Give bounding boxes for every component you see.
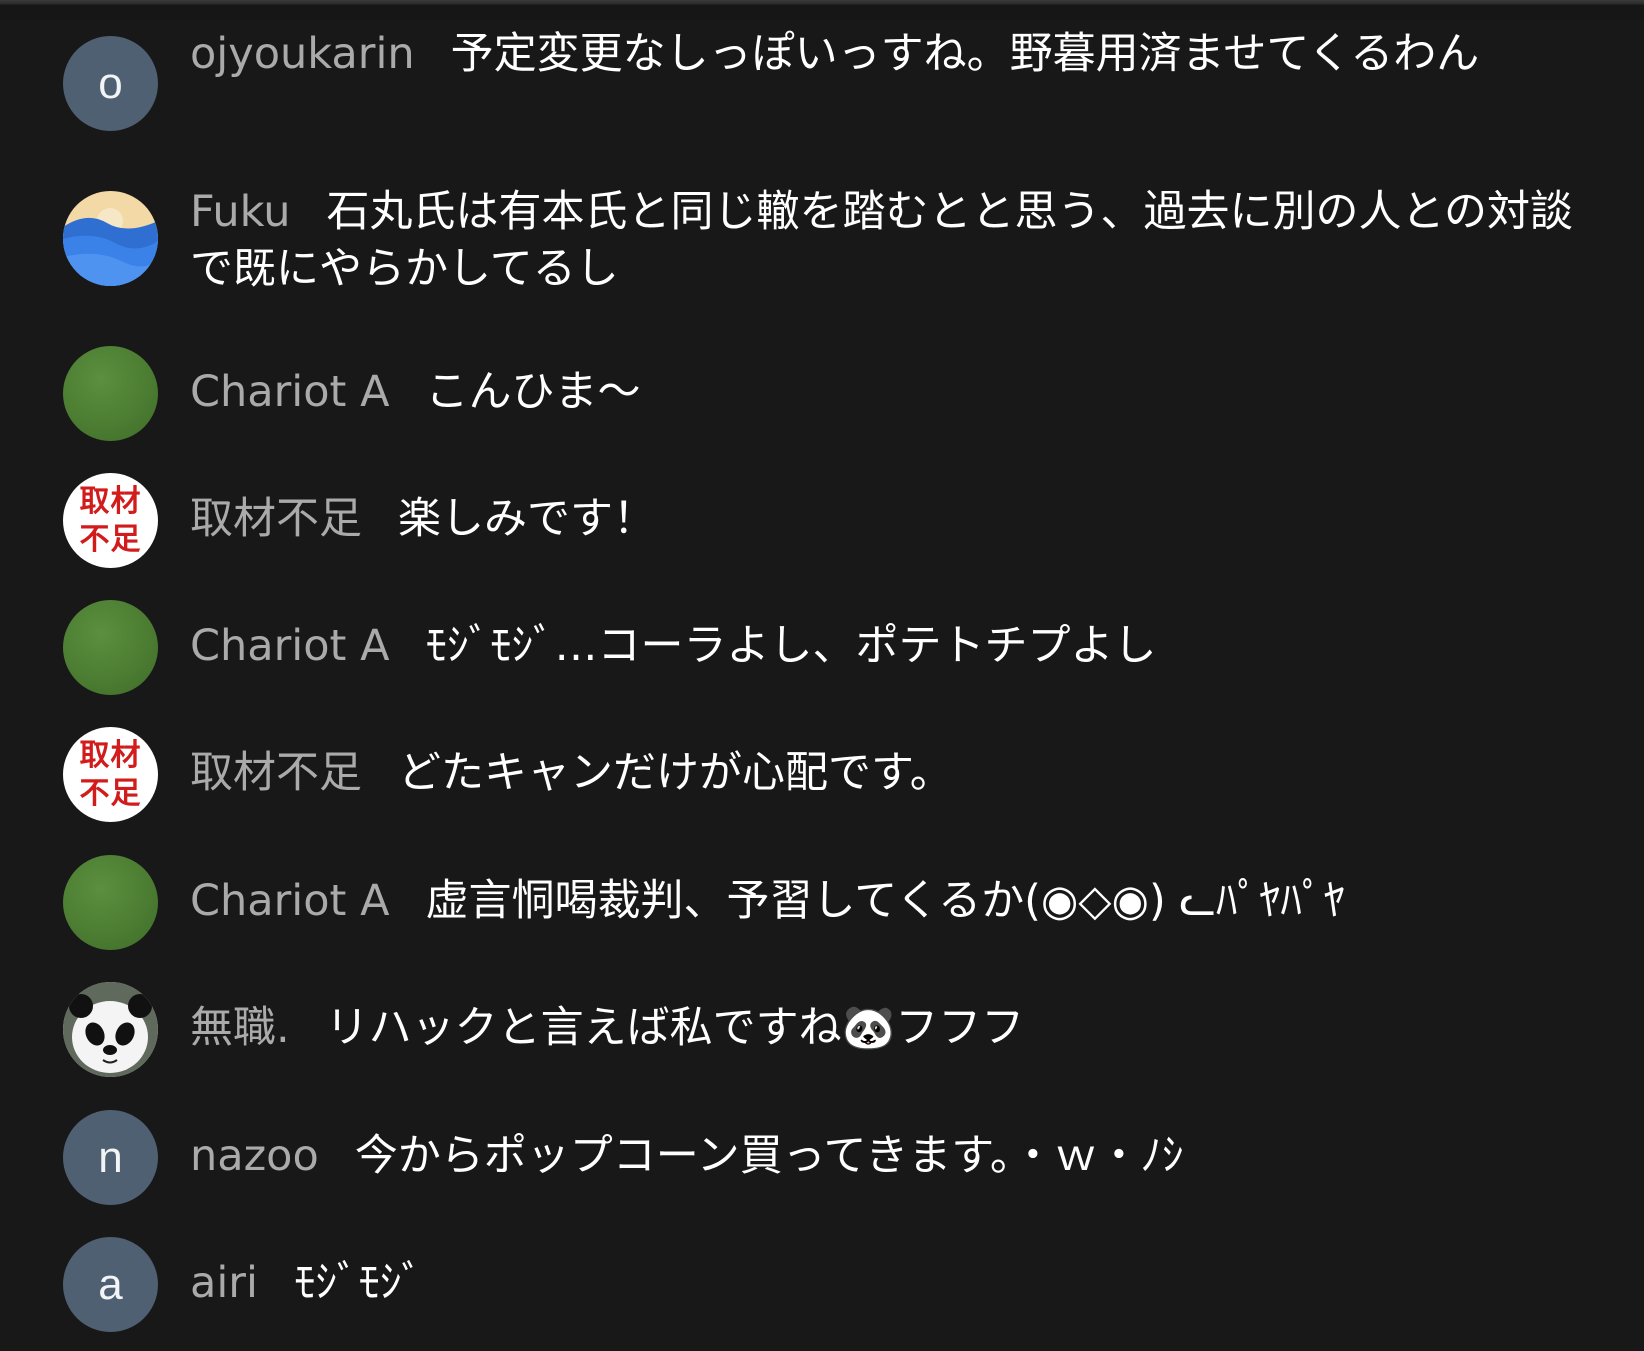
chat-author[interactable]: airi <box>190 1258 258 1308</box>
avatar-text-line-2: 不足 <box>79 775 142 811</box>
chat-author[interactable]: Chariot A <box>190 621 390 671</box>
avatar[interactable] <box>63 346 158 441</box>
avatar-letter: n <box>98 1132 123 1182</box>
avatar-text-line-2: 不足 <box>79 521 142 557</box>
chat-author[interactable]: Chariot A <box>190 367 390 417</box>
landscape-icon <box>63 191 158 286</box>
avatar[interactable] <box>63 982 158 1077</box>
avatar[interactable]: n <box>63 1110 158 1205</box>
avatar[interactable]: a <box>63 1237 158 1332</box>
avatar[interactable]: 取材 不足 <box>63 727 158 822</box>
chat-text: ﾓｼﾞﾓｼﾞ <box>293 1258 423 1308</box>
chat-author[interactable]: ojyoukarin <box>190 29 415 79</box>
avatar-letter: a <box>98 1259 123 1309</box>
chat-text: どたキャンだけが心配です。 <box>398 748 953 798</box>
avatar[interactable] <box>63 191 158 286</box>
chat-text: 予定変更なしっぽいっすね。野暮用済ませてくるわん <box>450 29 1480 79</box>
avatar[interactable]: 取材 不足 <box>63 473 158 568</box>
avatar[interactable] <box>63 600 158 695</box>
chat-text: こんひま〜 <box>425 367 641 417</box>
chat-author[interactable]: nazoo <box>190 1131 319 1181</box>
top-edge-divider <box>0 0 1644 20</box>
chat-text: リハックと言えば私ですね🐼フフフ <box>325 1003 1025 1053</box>
avatar-text-line-1: 取材 <box>79 483 142 519</box>
chat-author[interactable]: 無職. <box>190 1003 290 1053</box>
chat-text: 虚言恫喝裁判、予習してくるか(◉◇◉) ᓚﾊﾟﾔﾊﾟﾔ <box>425 876 1346 926</box>
chat-text: 石丸氏は有本氏と同じ轍を踏むとと思う、過去に別の人との対談で既にやらかしてるし <box>190 187 1574 294</box>
chat-text: 今からポップコーン買ってきます。・ｗ・ﾉｼ <box>354 1131 1184 1181</box>
chat-text: 楽しみです！ <box>398 494 656 544</box>
chat-author[interactable]: 取材不足 <box>190 748 362 798</box>
avatar[interactable] <box>63 855 158 950</box>
avatar-text-line-1: 取材 <box>79 737 142 773</box>
avatar[interactable]: o <box>63 36 158 131</box>
chat-author[interactable]: Chariot A <box>190 876 390 926</box>
panda-icon <box>63 982 158 1077</box>
chat-author[interactable]: 取材不足 <box>190 494 362 544</box>
chat-author[interactable]: Fuku <box>190 187 290 237</box>
live-chat-list[interactable]: o ojyoukarin 予定変更なしっぽいっすね。野暮用済ませてくるわん Fuk… <box>0 20 1644 1351</box>
chat-text: ﾓｼﾞﾓｼﾞ…コーラよし、ポテトチプよし <box>425 621 1157 671</box>
avatar-letter: o <box>98 58 123 108</box>
